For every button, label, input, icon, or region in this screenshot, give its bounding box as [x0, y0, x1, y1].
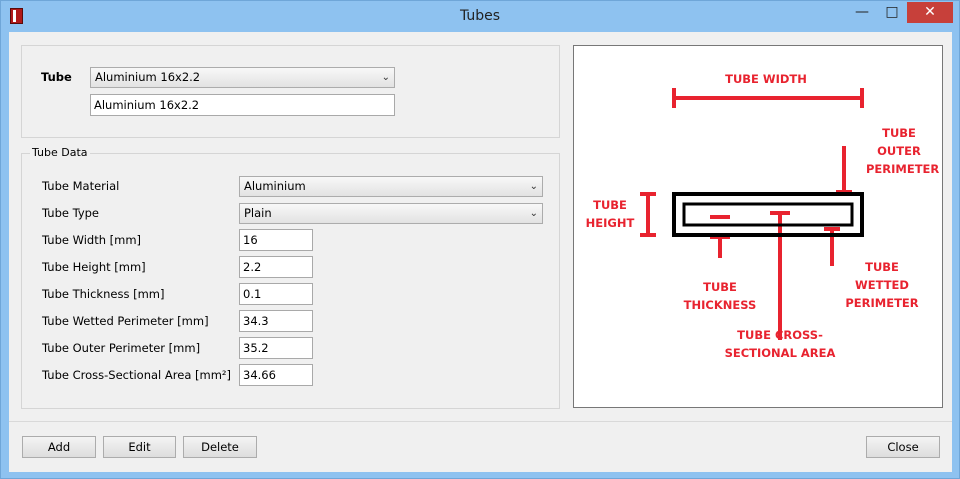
window-title: Tubes	[459, 8, 501, 24]
tube-thickness-label: Tube Thickness [mm]	[42, 287, 165, 301]
tube-data-legend: Tube Data	[30, 146, 90, 159]
tube-outer-perimeter-diagram-label: TUBE OUTER PERIMETER	[866, 126, 940, 176]
chevron-down-icon: ⌄	[529, 181, 538, 192]
tube-type-label: Tube Type	[42, 206, 100, 220]
close-window-icon[interactable]: ✕	[907, 2, 953, 23]
tube-material-value: Aluminium	[244, 179, 306, 193]
tube-height-diagram-label: TUBE HEIGHT	[585, 198, 635, 230]
tube-outer-perimeter-label: Tube Outer Perimeter [mm]	[42, 341, 201, 355]
tube-data-group: Tube Data Tube Material Aluminium ⌄ Tube…	[21, 146, 560, 409]
tube-select[interactable]: Aluminium 16x2.2 ⌄	[90, 67, 395, 88]
tube-thickness-diagram-label: TUBE THICKNESS	[683, 280, 757, 312]
tube-cross-sectional-area-field[interactable]: 34.66	[239, 364, 313, 386]
tube-inner-wall	[682, 202, 854, 227]
close-button[interactable]: Close	[866, 436, 940, 458]
tube-selection-group: Tube Aluminium 16x2.2 ⌄ Aluminium 16x2.2	[21, 45, 560, 138]
tube-label: Tube	[41, 70, 72, 84]
tube-wetted-perimeter-diagram-label: TUBE WETTED PERIMETER	[845, 260, 919, 310]
tube-outer-perimeter-field[interactable]: 35.2	[239, 337, 313, 359]
tube-wetted-perimeter-field[interactable]: 34.3	[239, 310, 313, 332]
tube-height-field[interactable]: 2.2	[239, 256, 313, 278]
tube-material-label: Tube Material	[42, 179, 120, 193]
tube-width-diagram-label: TUBE WIDTH	[725, 72, 807, 86]
tube-thickness-field[interactable]: 0.1	[239, 283, 313, 305]
tube-wetted-perimeter-label: Tube Wetted Perimeter [mm]	[42, 314, 209, 328]
chevron-down-icon: ⌄	[529, 208, 538, 219]
dialog-client-area: Tube Aluminium 16x2.2 ⌄ Aluminium 16x2.2…	[9, 32, 952, 472]
button-bar-separator	[9, 421, 952, 422]
chevron-down-icon: ⌄	[381, 72, 390, 83]
tubes-window: Tubes — □ ✕ Tube Aluminium 16x2.2 ⌄ Alum…	[0, 0, 960, 479]
maximize-icon[interactable]: □	[878, 2, 906, 23]
delete-button[interactable]: Delete	[183, 436, 257, 458]
title-bar[interactable]: Tubes — □ ✕	[1, 1, 959, 31]
tube-type-select[interactable]: Plain ⌄	[239, 203, 543, 224]
tube-name-field[interactable]: Aluminium 16x2.2	[90, 94, 395, 116]
tube-width-label: Tube Width [mm]	[42, 233, 142, 247]
edit-button[interactable]: Edit	[103, 436, 176, 458]
tube-diagram-panel: TUBE WIDTH TUBE OUTER PERIMETER TUBE HEI…	[573, 45, 943, 408]
minimize-icon[interactable]: —	[848, 2, 876, 23]
tube-height-label: Tube Height [mm]	[42, 260, 146, 274]
tube-cross-sectional-area-label: Tube Cross-Sectional Area [mm²]	[42, 368, 232, 382]
tube-width-field[interactable]: 16	[239, 229, 313, 251]
tube-material-select[interactable]: Aluminium ⌄	[239, 176, 543, 197]
tube-cross-sectional-area-diagram-label: TUBE CROSS-SECTIONAL AREA	[724, 328, 836, 360]
tube-select-value: Aluminium 16x2.2	[95, 70, 201, 84]
add-button[interactable]: Add	[22, 436, 96, 458]
tube-type-value: Plain	[244, 206, 272, 220]
